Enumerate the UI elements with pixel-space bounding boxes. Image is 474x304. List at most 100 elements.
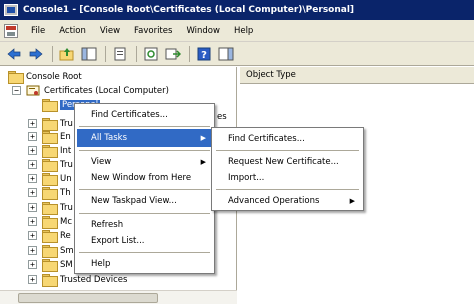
forward-icon[interactable] bbox=[26, 45, 46, 63]
tree-horizontal-scrollbar[interactable] bbox=[0, 290, 237, 304]
tree-item[interactable]: + Mc bbox=[28, 215, 73, 229]
submenu-item-find-certificates[interactable]: Find Certificates... bbox=[214, 130, 361, 148]
export-icon[interactable] bbox=[163, 45, 183, 63]
tree-item-console-root[interactable]: Console Root bbox=[8, 70, 82, 84]
refresh-icon[interactable] bbox=[141, 45, 161, 63]
mmc-system-icon[interactable] bbox=[4, 23, 18, 38]
certificates-snapin-icon bbox=[26, 85, 40, 95]
menu-file[interactable]: File bbox=[24, 20, 52, 42]
tree-item-label: Mc bbox=[60, 216, 73, 227]
menu-action[interactable]: Action bbox=[52, 20, 93, 42]
tree-item-label: Trusted Devices bbox=[60, 274, 128, 285]
expand-icon[interactable]: + bbox=[28, 119, 37, 128]
folder-icon bbox=[42, 145, 58, 158]
folder-icon bbox=[42, 118, 58, 131]
expand-icon[interactable]: + bbox=[28, 146, 37, 155]
expand-icon[interactable]: + bbox=[28, 132, 37, 141]
show-hide-tree-icon[interactable] bbox=[79, 45, 99, 63]
tree-item[interactable]: + Int bbox=[28, 144, 72, 158]
menu-item-all-tasks[interactable]: All Tasks ▶ bbox=[77, 129, 212, 147]
expand-icon[interactable]: + bbox=[28, 203, 37, 212]
expand-icon[interactable]: + bbox=[28, 174, 37, 183]
tree-item-label: Console Root bbox=[26, 71, 82, 82]
menu-help[interactable]: Help bbox=[227, 20, 260, 42]
tree-item[interactable]: + Tru bbox=[28, 201, 73, 215]
scrollbar-thumb[interactable] bbox=[18, 293, 158, 303]
tree-item-trusted-devices[interactable]: + Trusted Devices bbox=[28, 273, 128, 287]
menu-item-export-list[interactable]: Export List... bbox=[77, 232, 212, 250]
title-bar: Console1 - [Console Root\Certificates (L… bbox=[0, 0, 474, 20]
properties-icon[interactable] bbox=[110, 45, 130, 63]
folder-icon bbox=[8, 71, 24, 84]
folder-icon bbox=[42, 202, 58, 215]
tree-item-label: Tru bbox=[60, 159, 73, 170]
submenu-arrow-icon: ▶ bbox=[349, 197, 355, 205]
folder-icon bbox=[42, 159, 58, 172]
folder-icon bbox=[42, 245, 58, 258]
menu-view[interactable]: View bbox=[93, 20, 127, 42]
tree-item-label: Tru bbox=[60, 118, 73, 129]
column-header-object-type[interactable]: Object Type bbox=[240, 67, 474, 84]
submenu-item-advanced-operations[interactable]: Advanced Operations ▶ bbox=[214, 192, 361, 210]
menu-item-find-certificates[interactable]: Find Certificates... bbox=[77, 106, 212, 124]
expand-icon[interactable]: + bbox=[28, 246, 37, 255]
menu-separator bbox=[79, 150, 210, 151]
help-icon[interactable]: ? bbox=[194, 45, 214, 63]
tree-item-label: Certificates (Local Computer) bbox=[44, 85, 169, 96]
folder-icon bbox=[42, 187, 58, 200]
menu-item-label: All Tasks bbox=[91, 133, 128, 143]
tree-item-label: Int bbox=[60, 145, 72, 156]
tree-item[interactable]: + Tru bbox=[28, 117, 73, 131]
menu-item-label: View bbox=[91, 157, 112, 167]
expand-icon[interactable]: + bbox=[28, 260, 37, 269]
tree-item-label: SM bbox=[60, 259, 73, 270]
up-folder-icon[interactable] bbox=[57, 45, 77, 63]
expand-icon[interactable]: + bbox=[28, 275, 37, 284]
tree-item[interactable]: + Re bbox=[28, 229, 71, 243]
folder-icon bbox=[42, 99, 58, 112]
tree-item[interactable]: + SM bbox=[28, 258, 73, 272]
toolbar-separator bbox=[136, 45, 137, 62]
menu-item-new-taskpad[interactable]: New Taskpad View... bbox=[77, 192, 212, 210]
menu-item-help[interactable]: Help bbox=[77, 255, 212, 273]
tree-item[interactable]: + Tru bbox=[28, 158, 73, 172]
back-icon[interactable] bbox=[4, 45, 24, 63]
menu-separator bbox=[216, 150, 359, 151]
window-title: Console1 - [Console Root\Certificates (L… bbox=[23, 5, 355, 15]
folder-icon bbox=[42, 230, 58, 243]
all-tasks-submenu: Find Certificates... Request New Certifi… bbox=[211, 127, 364, 211]
collapse-icon[interactable]: − bbox=[12, 86, 21, 95]
menu-separator bbox=[79, 213, 210, 214]
context-menu: Find Certificates... All Tasks ▶ View ▶ … bbox=[74, 103, 215, 274]
obscured-tree-text: es bbox=[217, 112, 227, 122]
tree-item-certificates[interactable]: − Certificates (Local Computer) bbox=[12, 84, 169, 97]
expand-icon[interactable]: + bbox=[28, 231, 37, 240]
menu-bar: File Action View Favorites Window Help bbox=[0, 20, 474, 42]
submenu-arrow-icon: ▶ bbox=[200, 134, 206, 142]
tree-item[interactable]: + Th bbox=[28, 186, 71, 200]
menu-favorites[interactable]: Favorites bbox=[127, 20, 179, 42]
menu-window[interactable]: Window bbox=[179, 20, 227, 42]
menu-separator bbox=[79, 189, 210, 190]
expand-icon[interactable]: + bbox=[28, 217, 37, 226]
toolbar-separator bbox=[189, 45, 190, 62]
expand-icon[interactable]: + bbox=[28, 160, 37, 169]
toolbar-separator bbox=[52, 45, 53, 62]
menu-item-label: Advanced Operations bbox=[228, 196, 320, 206]
menu-separator bbox=[79, 126, 210, 127]
toolbar: ? bbox=[0, 42, 474, 66]
tree-item[interactable]: + Sm bbox=[28, 244, 74, 258]
folder-icon bbox=[42, 216, 58, 229]
tree-item[interactable]: + En bbox=[28, 130, 71, 144]
tree-item-label: Un bbox=[60, 173, 72, 184]
submenu-item-import[interactable]: Import... bbox=[214, 169, 361, 187]
tree-item-label: Re bbox=[60, 230, 71, 241]
tree-item-label: Sm bbox=[60, 245, 74, 256]
toolbar-separator bbox=[105, 45, 106, 62]
tree-item[interactable]: + Un bbox=[28, 172, 72, 186]
menu-separator bbox=[79, 252, 210, 253]
expand-icon[interactable]: + bbox=[28, 188, 37, 197]
menu-item-new-window[interactable]: New Window from Here bbox=[77, 169, 212, 187]
action-pane-icon[interactable] bbox=[216, 45, 236, 63]
folder-icon bbox=[42, 131, 58, 144]
